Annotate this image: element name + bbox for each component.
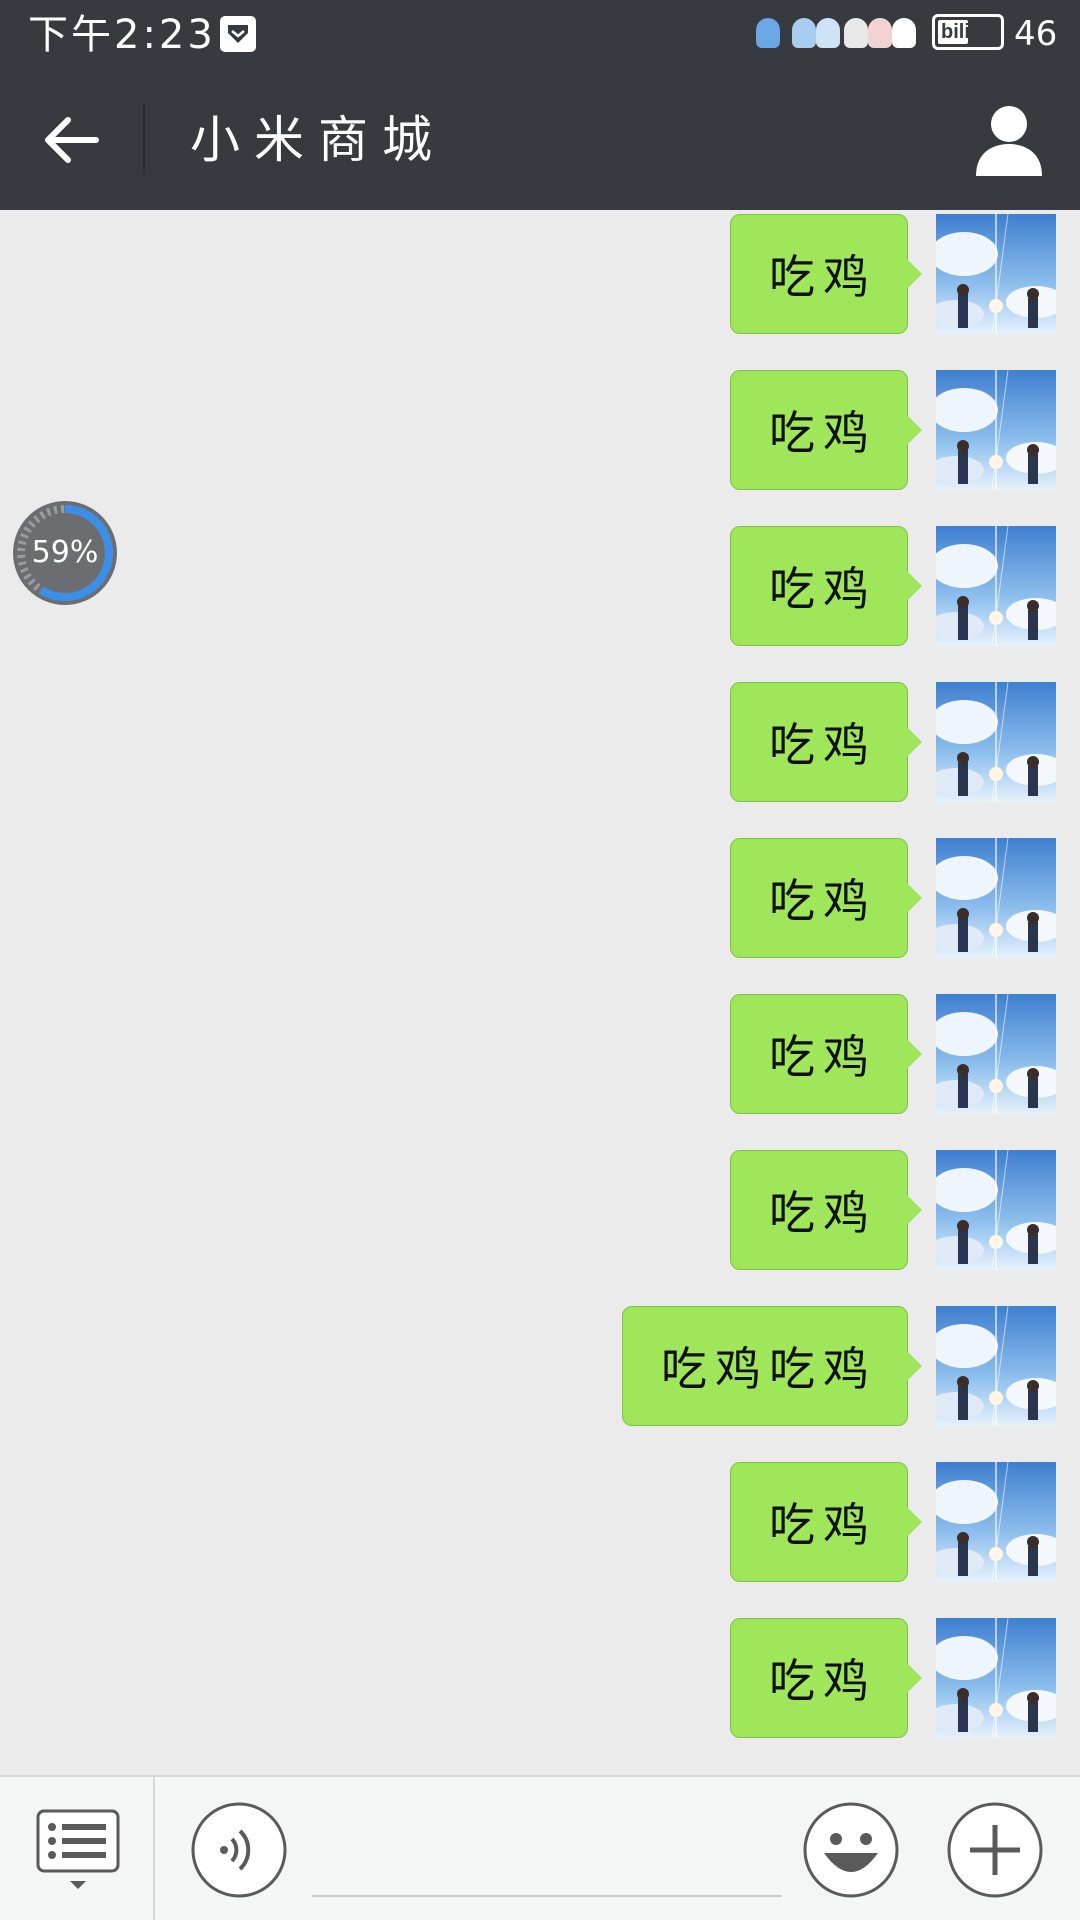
avatar[interactable] bbox=[936, 370, 1056, 490]
voice-icon bbox=[191, 1802, 287, 1898]
smiley-icon bbox=[803, 1802, 899, 1898]
message-row: 吃鸡吃鸡 bbox=[0, 1306, 1080, 1426]
message-bubble[interactable]: 吃鸡 bbox=[730, 994, 922, 1114]
message-input[interactable] bbox=[312, 1895, 782, 1897]
status-bar: 下午2:23 bili 46 bbox=[0, 0, 1080, 70]
plus-button[interactable] bbox=[946, 1801, 1044, 1899]
voice-button[interactable] bbox=[190, 1801, 288, 1899]
message-row: 吃鸡 bbox=[0, 838, 1080, 958]
message-row: 吃鸡 bbox=[0, 994, 1080, 1114]
avatar[interactable] bbox=[936, 1618, 1056, 1738]
meter-label: 59% bbox=[31, 535, 99, 570]
message-row: 吃鸡 bbox=[0, 370, 1080, 490]
message-bubble[interactable]: 吃鸡 bbox=[730, 370, 922, 490]
message-bubble[interactable]: 吃鸡 bbox=[730, 1618, 922, 1738]
message-row: 吃鸡 bbox=[0, 1462, 1080, 1582]
arrow-left-icon bbox=[45, 117, 99, 163]
message-bubble[interactable]: 吃鸡 bbox=[730, 1462, 922, 1582]
avatar[interactable] bbox=[936, 1462, 1056, 1582]
title-bar: 小米商城 bbox=[0, 70, 1080, 210]
shield-icon bbox=[220, 16, 256, 52]
back-button[interactable] bbox=[30, 100, 114, 180]
message-row: 吃鸡 bbox=[0, 1150, 1080, 1270]
bottom-bar bbox=[0, 1775, 1080, 1920]
person-icon bbox=[976, 106, 1042, 176]
message-bubble[interactable]: 吃鸡 bbox=[730, 526, 922, 646]
list-menu-icon bbox=[36, 1809, 120, 1889]
message-bubble[interactable]: 吃鸡 bbox=[730, 1150, 922, 1270]
message-bubble[interactable]: 吃鸡 bbox=[730, 214, 922, 334]
avatar[interactable] bbox=[936, 1150, 1056, 1270]
emoji-button[interactable] bbox=[802, 1801, 900, 1899]
battery-brand: bili bbox=[941, 21, 970, 43]
message-row: 吃鸡 bbox=[0, 1618, 1080, 1738]
message-row: 吃鸡 bbox=[0, 682, 1080, 802]
plus-icon bbox=[947, 1802, 1043, 1898]
message-bubble[interactable]: 吃鸡 bbox=[730, 682, 922, 802]
avatar[interactable] bbox=[936, 214, 1056, 334]
battery-level: 46 bbox=[1014, 14, 1058, 54]
avatar[interactable] bbox=[936, 1306, 1056, 1426]
avatar[interactable] bbox=[936, 682, 1056, 802]
floating-memory-meter[interactable]: 59% bbox=[10, 498, 120, 608]
battery-icon: bili bbox=[932, 14, 1004, 50]
status-time: 下午2:23 bbox=[28, 12, 216, 58]
message-bubble[interactable]: 吃鸡 bbox=[730, 838, 922, 958]
title-divider bbox=[143, 104, 145, 174]
avatar[interactable] bbox=[936, 994, 1056, 1114]
menu-toggle-button[interactable] bbox=[36, 1809, 120, 1895]
message-row: 吃鸡 bbox=[0, 214, 1080, 334]
sticker-icons bbox=[752, 14, 920, 54]
message-row: 吃鸡 bbox=[0, 526, 1080, 646]
page-title: 小米商城 bbox=[190, 111, 446, 169]
profile-button[interactable] bbox=[966, 100, 1052, 180]
avatar[interactable] bbox=[936, 526, 1056, 646]
chat-list[interactable]: 吃鸡 吃鸡 吃鸡 吃鸡 吃鸡 吃鸡 吃鸡 吃鸡吃鸡 吃鸡 吃鸡 bbox=[0, 210, 1080, 1775]
bottom-divider bbox=[153, 1777, 155, 1920]
avatar[interactable] bbox=[936, 838, 1056, 958]
message-bubble[interactable]: 吃鸡吃鸡 bbox=[622, 1306, 922, 1426]
